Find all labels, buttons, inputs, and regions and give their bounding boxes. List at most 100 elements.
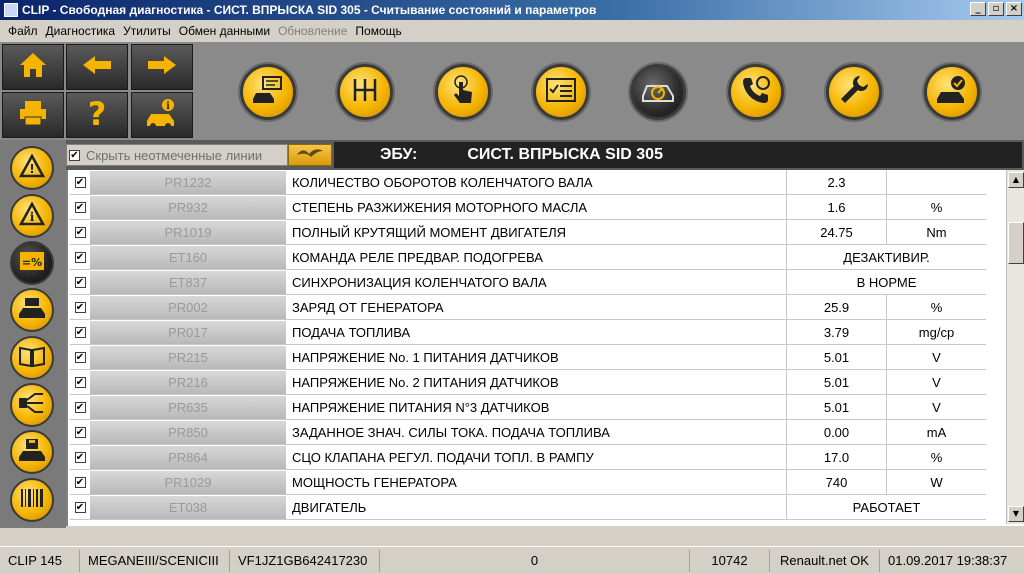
- repair-button[interactable]: [826, 64, 882, 120]
- parameter-code: ET837: [90, 270, 286, 294]
- table-row[interactable]: ✔ PR002 ЗАРЯД ОТ ГЕНЕРАТОРА 25.9%: [70, 294, 986, 320]
- gearbox-button[interactable]: [337, 64, 393, 120]
- row-checkbox[interactable]: ✔: [74, 226, 86, 238]
- hide-unchecked-label: Скрыть неотмеченные линии: [86, 147, 263, 163]
- row-checkbox[interactable]: ✔: [74, 276, 86, 288]
- menu-update: Обновление: [278, 24, 348, 38]
- save-vehicle-button[interactable]: [10, 430, 54, 474]
- scroll-thumb[interactable]: [1008, 222, 1024, 264]
- parameters-side-button[interactable]: =%: [10, 241, 54, 285]
- table-row[interactable]: ✔ PR635 НАПРЯЖЕНИЕ ПИТАНИЯ N°3 ДАТЧИКОВ 5.0…: [70, 394, 986, 420]
- params-badge: =%: [22, 256, 42, 269]
- table-row[interactable]: ✔ PR1232 КОЛИЧЕСТВО ОБОРОТОВ КОЛЕНЧАТОГО В…: [70, 170, 986, 195]
- close-button[interactable]: ×: [1006, 2, 1022, 16]
- parameter-value: 5.01: [786, 394, 886, 420]
- touch-command-button[interactable]: [435, 64, 491, 120]
- vehicle-check-button[interactable]: [924, 64, 980, 120]
- back-button[interactable]: [66, 44, 128, 90]
- row-checkbox[interactable]: ✔: [74, 301, 86, 313]
- forward-button[interactable]: [131, 44, 193, 90]
- table-row[interactable]: ✔ PR017 ПОДАЧА ТОПЛИВА 3.79 mg/cp: [70, 319, 986, 345]
- documentation-button[interactable]: [10, 336, 54, 380]
- row-checkbox[interactable]: ✔: [74, 501, 86, 513]
- parameter-name: ЗАРЯД ОТ ГЕНЕРАТОРА: [292, 299, 444, 315]
- maximize-button[interactable]: ▫: [988, 2, 1004, 16]
- row-checkbox[interactable]: ✔: [74, 401, 86, 413]
- help-button[interactable]: ?: [66, 92, 128, 138]
- row-checkbox-cell: ✔: [70, 376, 90, 388]
- table-row[interactable]: ✔ ET038 ДВИГАТЕЛЬ РАБОТАЕТ: [70, 494, 986, 520]
- parameter-unit: %: [886, 444, 986, 470]
- print-button[interactable]: [2, 92, 64, 138]
- home-button[interactable]: [2, 44, 64, 90]
- row-checkbox[interactable]: ✔: [74, 451, 86, 463]
- parameter-code: PR932: [90, 195, 286, 219]
- status-bar: CLIP 145 MEGANEIII/SCENICIII VF1JZ1GB642…: [0, 546, 1024, 574]
- parameter-code: ET038: [90, 495, 286, 519]
- menu-diagnostics[interactable]: Диагностика: [42, 24, 120, 38]
- menu-file[interactable]: Файл: [4, 24, 42, 38]
- fault-info-button[interactable]: i: [10, 194, 54, 238]
- row-checkbox[interactable]: ✔: [74, 251, 86, 263]
- table-row[interactable]: ✔ PR850 ЗАДАННОЕ ЗНАЧ. СИЛЫ ТОКА. ПОДАЧА Т…: [70, 419, 986, 445]
- ecu-side-button[interactable]: [10, 288, 54, 332]
- parameter-name: МОЩНОСТЬ ГЕНЕРАТОРА: [292, 474, 457, 490]
- parameter-name: СЦО КЛАПАНА РЕГУЛ. ПОДАЧИ ТОПЛ. В РАМПУ: [292, 449, 594, 465]
- parameter-value: 25.9: [786, 294, 886, 320]
- phone-support-icon: [740, 74, 772, 111]
- table-row[interactable]: ✔ PR932 СТЕПЕНЬ РАЗЖИЖЕНИЯ МОТОРНОГО МАСЛА…: [70, 194, 986, 220]
- row-checkbox[interactable]: ✔: [74, 351, 86, 363]
- table-row[interactable]: [70, 520, 986, 526]
- svg-text:?: ?: [88, 97, 107, 129]
- scroll-down-button[interactable]: ▼: [1008, 506, 1024, 522]
- table-row[interactable]: ✔ PR216 НАПРЯЖЕНИЕ No. 2 ПИТАНИЯ ДАТЧИКОВ 5…: [70, 369, 986, 395]
- barcode-button[interactable]: [10, 478, 54, 522]
- table-row[interactable]: ✔ ET160 КОМАНДА РЕЛЕ ПРЕДВАР. ПОДОГРЕВА ДЕЗ…: [70, 244, 986, 270]
- parameter-unit: [886, 170, 986, 195]
- wrench-icon: [838, 74, 870, 111]
- ecu-name: СИСТ. ВПРЫСКА SID 305: [467, 146, 663, 163]
- row-checkbox[interactable]: ✔: [74, 201, 86, 213]
- table-row[interactable]: ✔ PR1029 МОЩНОСТЬ ГЕНЕРАТОРА 740 W: [70, 469, 986, 495]
- row-checkbox[interactable]: ✔: [74, 176, 86, 188]
- table-row[interactable]: ✔ PR864 СЦО КЛАПАНА РЕГУЛ. ПОДАЧИ ТОПЛ. В …: [70, 444, 986, 470]
- vertical-scrollbar[interactable]: ▲ ▼: [1006, 170, 1024, 524]
- parameter-code: PR1029: [90, 470, 286, 494]
- support-button[interactable]: [728, 64, 784, 120]
- parameter-code: PR850: [90, 420, 286, 444]
- row-checkbox-cell: ✔: [70, 301, 90, 313]
- parameter-name: НАПРЯЖЕНИЕ No. 2 ПИТАНИЯ ДАТЧИКОВ: [292, 374, 559, 390]
- states-parameters-button[interactable]: [630, 64, 686, 120]
- svg-text:!: !: [29, 162, 34, 176]
- parameter-code: PR216: [90, 370, 286, 394]
- parameter-name: НАПРЯЖЕНИЕ ПИТАНИЯ N°3 ДАТЧИКОВ: [292, 399, 550, 415]
- hide-unchecked-toggle[interactable]: ✔ Скрыть неотмеченные линии: [66, 144, 288, 166]
- touch-icon: [449, 74, 477, 111]
- scroll-up-button[interactable]: ▲: [1008, 172, 1024, 188]
- menu-utilities[interactable]: Утилиты: [119, 24, 175, 38]
- row-checkbox[interactable]: ✔: [74, 376, 86, 388]
- minimize-button[interactable]: _: [970, 2, 986, 16]
- row-checkbox-cell: ✔: [70, 251, 90, 263]
- menu-data-exchange[interactable]: Обмен данными: [175, 24, 274, 38]
- vehicle-info-button[interactable]: i: [131, 92, 193, 138]
- gearbox-icon: [350, 75, 380, 110]
- wiring-button[interactable]: [10, 383, 54, 427]
- ecu-identification-button[interactable]: [240, 64, 296, 120]
- parameters-button[interactable]: [533, 64, 589, 120]
- hide-unchecked-checkbox[interactable]: ✔: [69, 149, 80, 161]
- row-checkbox[interactable]: ✔: [74, 326, 86, 338]
- table-row[interactable]: ✔ ET837 СИНХРОНИЗАЦИЯ КОЛЕНЧАТОГО ВАЛА В НО…: [70, 269, 986, 295]
- speedometer-car-icon: [640, 76, 676, 109]
- row-checkbox-cell: ✔: [70, 201, 90, 213]
- row-checkbox[interactable]: ✔: [74, 426, 86, 438]
- table-row[interactable]: ✔ PR215 НАПРЯЖЕНИЕ No. 1 ПИТАНИЯ ДАТЧИКОВ 5…: [70, 344, 986, 370]
- menu-help[interactable]: Помощь: [351, 24, 405, 38]
- window-title: CLIP - Свободная диагностика - СИСТ. ВПР…: [22, 3, 597, 17]
- table-row[interactable]: ✔ PR1019 ПОЛНЫЙ КРУТЯЩИЙ МОМЕНТ ДВИГАТЕЛЯ 2…: [70, 219, 986, 245]
- parameter-name: ПОДАЧА ТОПЛИВА: [292, 324, 411, 340]
- renault-logo-button[interactable]: [288, 144, 332, 166]
- row-checkbox[interactable]: ✔: [74, 476, 86, 488]
- arrow-left-icon: [81, 54, 113, 81]
- faults-button[interactable]: !: [10, 146, 54, 190]
